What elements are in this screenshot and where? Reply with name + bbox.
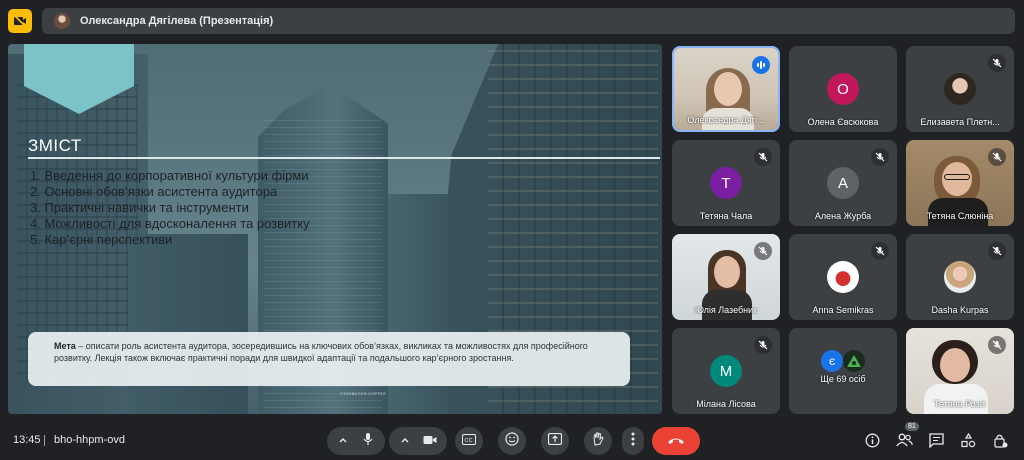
participant-avatar: О bbox=[827, 73, 859, 105]
participant-name: Тетяна Чала bbox=[699, 211, 753, 221]
presenter-title: Олександра Дягілева (Презентація) bbox=[80, 15, 274, 27]
meeting-toolbar: 13:45 bho-hhpm-ovd CC bbox=[0, 420, 1024, 460]
more-avatar-1: є bbox=[821, 350, 843, 372]
captions-icon: CC bbox=[462, 432, 476, 450]
participant-name: Тетяна Слюніна bbox=[926, 211, 994, 221]
raise-hand-icon bbox=[592, 432, 604, 451]
more-participants-tile[interactable]: є Ще 69 осіб bbox=[789, 328, 897, 414]
participant-avatar: Т bbox=[710, 167, 742, 199]
meeting-code: bho-hhpm-ovd bbox=[54, 434, 125, 446]
clock: 13:45 bbox=[13, 434, 41, 446]
person-face bbox=[714, 256, 740, 288]
mic-off-icon bbox=[754, 336, 772, 354]
person-glasses bbox=[944, 174, 970, 180]
participant-tile[interactable]: А Алена Журба bbox=[789, 140, 897, 226]
participant-name: Мілана Лісова bbox=[696, 399, 756, 409]
speaking-indicator-icon bbox=[752, 56, 770, 74]
agenda-item: 1. Введення до корпоративної культури фі… bbox=[30, 168, 309, 183]
emoji-icon bbox=[505, 431, 519, 451]
camera-icon[interactable] bbox=[423, 432, 437, 450]
person-face bbox=[940, 348, 970, 382]
participant-name: Алена Журба bbox=[814, 211, 872, 221]
present-icon bbox=[547, 432, 563, 450]
divider bbox=[44, 435, 45, 446]
meet-logo-icon[interactable] bbox=[8, 9, 32, 33]
end-call-icon bbox=[667, 432, 685, 450]
agenda-item: 2. Основні обов’язки асистента аудитора bbox=[30, 184, 278, 199]
chevron-up-icon[interactable] bbox=[400, 432, 410, 450]
participant-avatar bbox=[827, 261, 859, 293]
participant-avatar: А bbox=[827, 167, 859, 199]
participant-avatar bbox=[944, 73, 976, 105]
more-vert-icon bbox=[631, 432, 635, 451]
mic-off-icon bbox=[871, 148, 889, 166]
participant-tile[interactable]: Anna Semikras bbox=[789, 234, 897, 320]
agenda-item: 5. Кар’єрні перспективи bbox=[30, 232, 173, 247]
agenda-item: 3. Практичні навички та інструменти bbox=[30, 200, 249, 215]
agenda-item: 4. Можливості для вдосконалення та розви… bbox=[30, 216, 310, 231]
participant-tile[interactable]: M Мілана Лісова bbox=[672, 328, 780, 414]
reactions-button[interactable] bbox=[498, 427, 526, 455]
people-count-badge: 81 bbox=[905, 422, 919, 431]
mic-icon[interactable] bbox=[362, 432, 374, 451]
slide-heading: ЗМІСТ bbox=[28, 136, 82, 155]
captions-button[interactable]: CC bbox=[455, 427, 483, 455]
presenter-avatar bbox=[54, 13, 70, 29]
chevron-up-icon[interactable] bbox=[338, 432, 348, 450]
person-face bbox=[714, 72, 742, 106]
presentation-header: Олександра Дягілева (Презентація) bbox=[42, 8, 1015, 34]
participant-tile[interactable]: Юлія Лазебник bbox=[672, 234, 780, 320]
participant-tile[interactable]: Тетяна Розіт bbox=[906, 328, 1014, 414]
participant-name: Dasha Kurpas bbox=[931, 305, 989, 315]
mic-off-icon bbox=[754, 148, 772, 166]
participant-tile[interactable]: Олександра Дягі... bbox=[672, 46, 780, 132]
svg-text:CC: CC bbox=[465, 438, 473, 444]
participant-name: Олена Євсюкова bbox=[807, 117, 879, 127]
heading-divider bbox=[28, 157, 660, 159]
host-controls-icon[interactable] bbox=[990, 430, 1010, 450]
activities-icon[interactable] bbox=[958, 430, 978, 450]
participant-tile[interactable]: Тетяна Слюніна bbox=[906, 140, 1014, 226]
participant-name: Тетяна Розіт bbox=[934, 399, 986, 409]
mic-off-icon bbox=[871, 242, 889, 260]
participant-tile[interactable]: Елизавета Плетн... bbox=[906, 46, 1014, 132]
presentation-slide: ЗМІСТ 1. Введення до корпоративної культ… bbox=[8, 44, 662, 414]
raise-hand-button[interactable] bbox=[584, 427, 612, 455]
chat-icon[interactable] bbox=[926, 430, 946, 450]
participant-name: Олександра Дягі... bbox=[687, 115, 765, 125]
more-avatar-2 bbox=[843, 350, 865, 372]
building-sign: STARBUCKS COFFEE bbox=[340, 391, 387, 396]
participant-name: Anna Semikras bbox=[812, 305, 874, 315]
goal-box: Мета – описати роль асистента аудитора, … bbox=[28, 332, 630, 386]
mic-off-icon bbox=[754, 242, 772, 260]
more-options-button[interactable] bbox=[622, 427, 644, 455]
participant-tile[interactable]: Dasha Kurpas bbox=[906, 234, 1014, 320]
goal-text: – описати роль асистента аудитора, зосер… bbox=[54, 341, 588, 363]
present-button[interactable] bbox=[541, 427, 569, 455]
participant-name: Елизавета Плетн... bbox=[920, 117, 1000, 127]
more-participants-label: Ще 69 осіб bbox=[820, 374, 866, 384]
leave-call-button[interactable] bbox=[652, 427, 700, 455]
mic-off-icon bbox=[988, 242, 1006, 260]
audio-control-group bbox=[327, 427, 385, 455]
mic-off-icon bbox=[988, 148, 1006, 166]
participant-avatar bbox=[944, 261, 976, 293]
participant-tile[interactable]: Т Тетяна Чала bbox=[672, 140, 780, 226]
mic-off-icon bbox=[988, 54, 1006, 72]
mic-off-icon bbox=[988, 336, 1006, 354]
video-control-group bbox=[389, 427, 447, 455]
goal-label: Мета bbox=[54, 341, 76, 351]
participant-tile[interactable]: О Олена Євсюкова bbox=[789, 46, 897, 132]
info-icon[interactable] bbox=[862, 430, 882, 450]
participant-avatar: M bbox=[710, 355, 742, 387]
people-icon[interactable] bbox=[894, 430, 914, 450]
agenda-list: 1. Введення до корпоративної культури фі… bbox=[30, 168, 310, 248]
participant-name: Юлія Лазебник bbox=[694, 305, 758, 315]
